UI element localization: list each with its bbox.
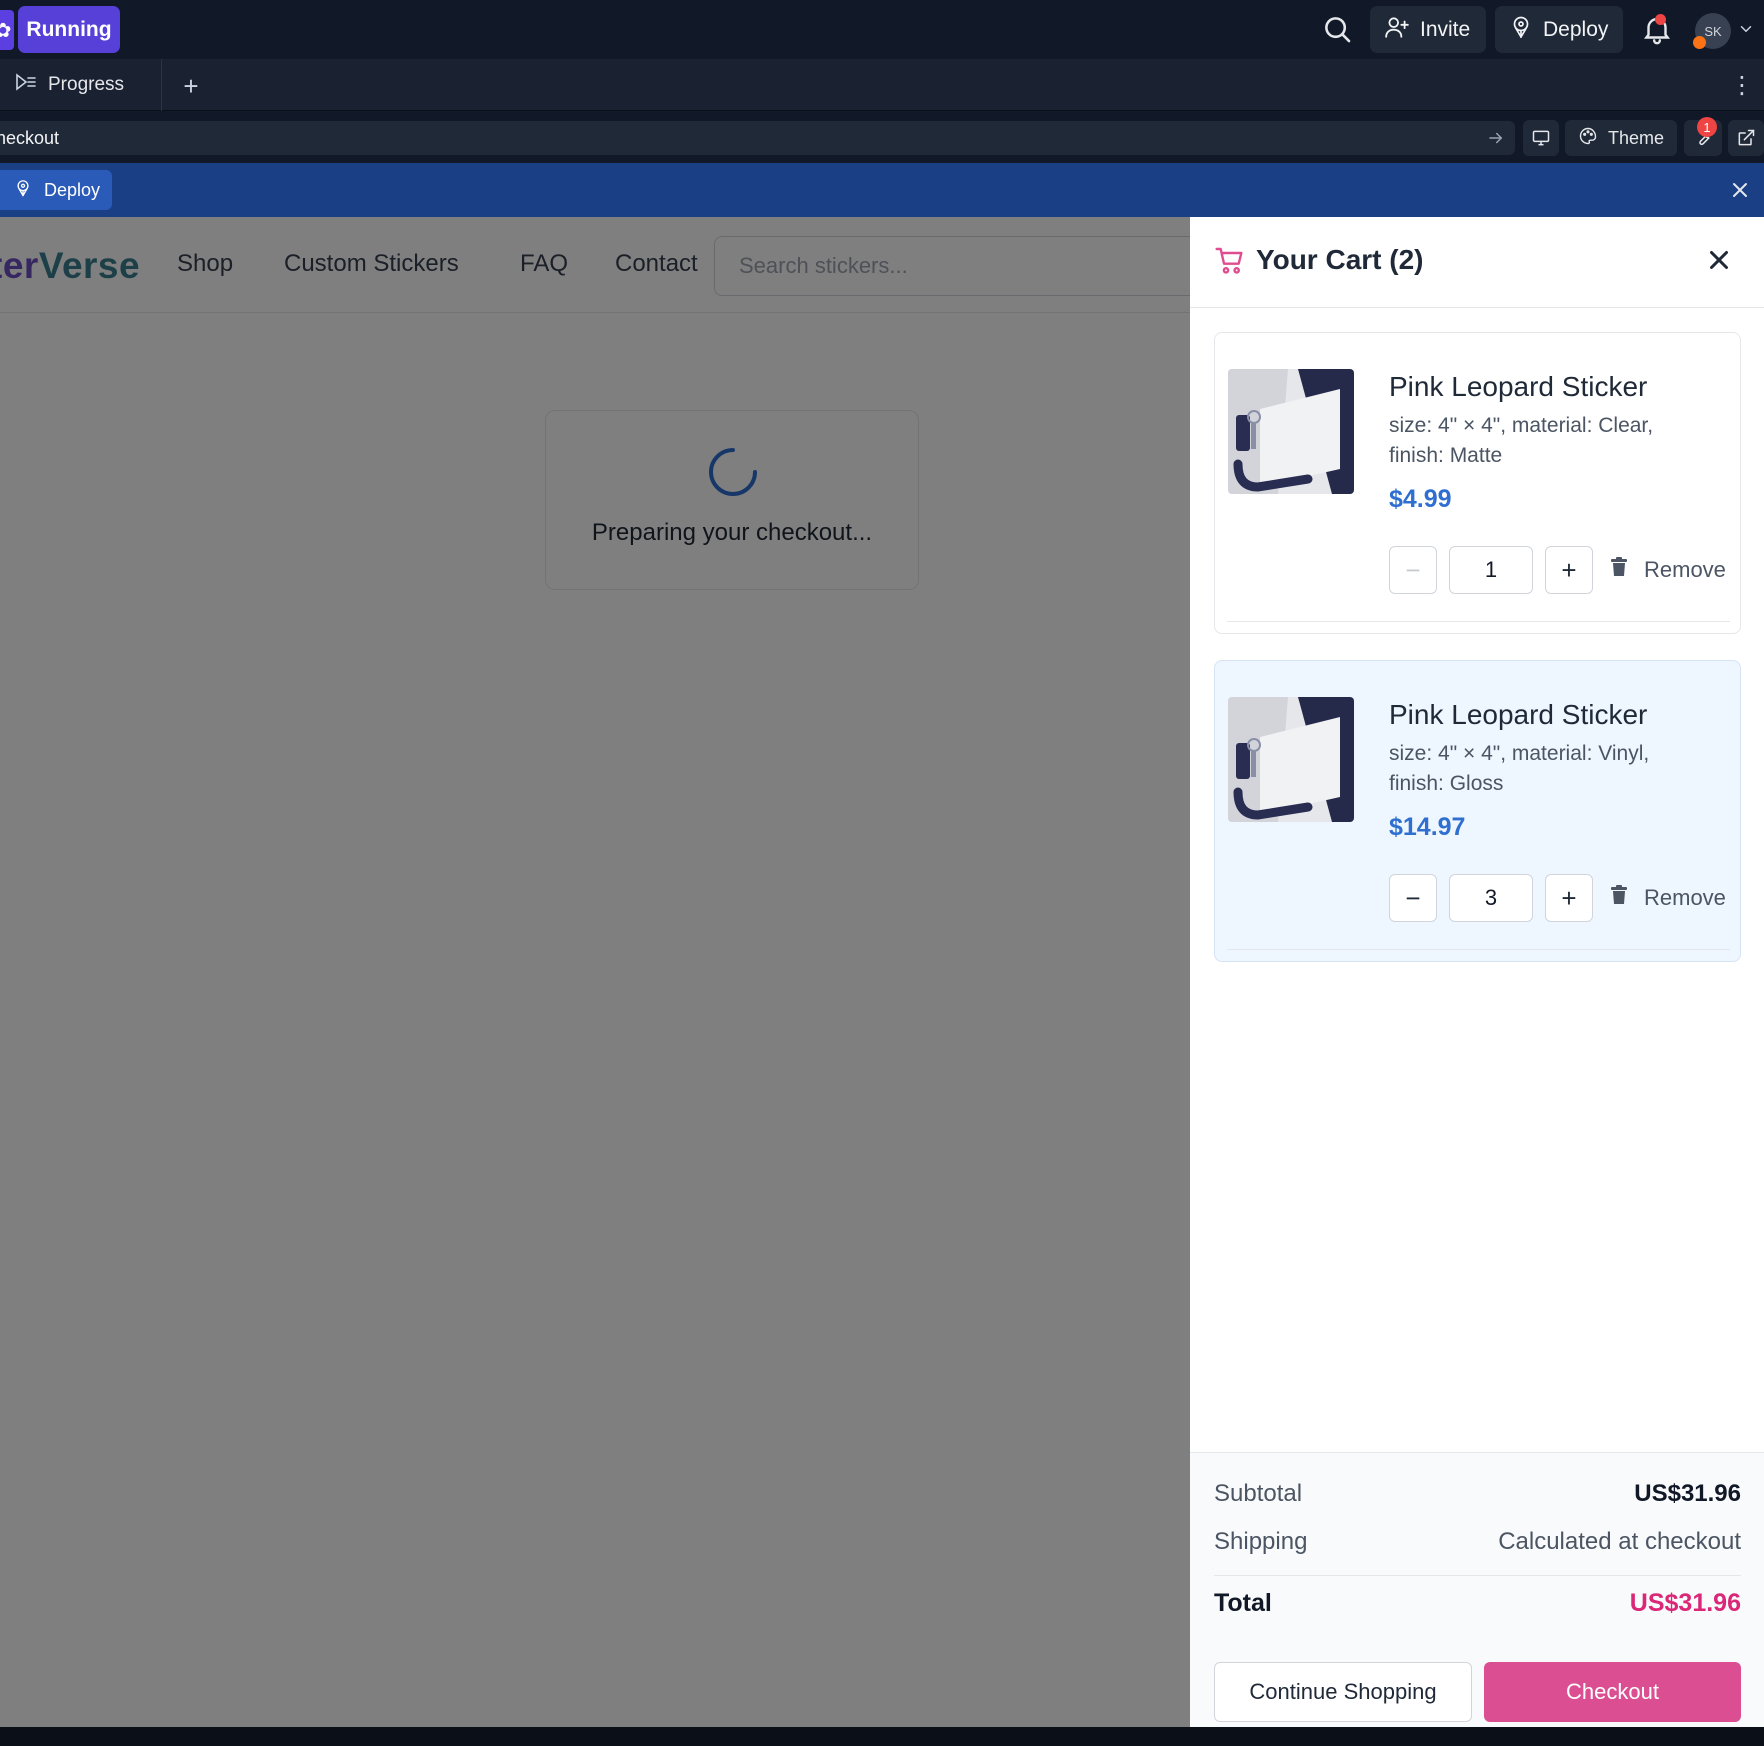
search-icon[interactable] xyxy=(1320,12,1354,46)
tab-progress[interactable]: Progress xyxy=(0,59,162,111)
url-text: heckout xyxy=(0,127,60,148)
item-price: $14.97 xyxy=(1389,813,1466,841)
chevron-down-icon[interactable] xyxy=(1737,20,1755,38)
item-options: size: 4" × 4", material: Clear, finish: … xyxy=(1389,414,1654,467)
url-field[interactable]: heckout xyxy=(0,121,1515,155)
item-price: $4.99 xyxy=(1389,485,1452,513)
tab-progress-label: Progress xyxy=(48,74,125,95)
cart-title: Your Cart (2) xyxy=(1256,244,1424,275)
avatar-status-badge xyxy=(1693,36,1706,49)
monitor-icon[interactable] xyxy=(1523,120,1559,156)
trash-icon xyxy=(1610,557,1628,583)
item-name[interactable]: Pink Leopard Sticker xyxy=(1389,371,1647,403)
quantity-input[interactable] xyxy=(1449,874,1533,922)
deploy-banner-button[interactable]: Deploy xyxy=(0,170,112,210)
product-image xyxy=(1228,697,1354,822)
remove-label: Remove xyxy=(1644,885,1726,910)
avatar-initials: SK xyxy=(1704,23,1722,39)
deploy-banner-label: Deploy xyxy=(44,179,101,200)
close-icon[interactable] xyxy=(1728,178,1752,202)
tools-badge: 1 xyxy=(1697,117,1717,137)
total-value: US$31.96 xyxy=(1629,1589,1741,1617)
shipping-label: Shipping xyxy=(1214,1528,1308,1555)
external-link-icon[interactable] xyxy=(1728,120,1764,156)
invite-label: Invite xyxy=(1420,17,1471,41)
cart-header: Your Cart (2) xyxy=(1190,217,1764,308)
item-options: size: 4" × 4", material: Vinyl, finish: … xyxy=(1389,742,1650,795)
divider xyxy=(1227,621,1730,622)
deploy-icon xyxy=(1509,15,1533,45)
theme-button[interactable]: Theme xyxy=(1565,120,1677,156)
continue-shopping-button[interactable]: Continue Shopping xyxy=(1214,1662,1472,1722)
quantity-input[interactable] xyxy=(1449,546,1533,594)
item-name[interactable]: Pink Leopard Sticker xyxy=(1389,699,1647,731)
quantity-decrease-button[interactable]: − xyxy=(1389,546,1437,594)
deploy-banner: Deploy xyxy=(0,163,1764,217)
remove-button[interactable]: Remove xyxy=(1610,546,1726,594)
quantity-increase-button[interactable]: + xyxy=(1545,874,1593,922)
arrow-right-icon[interactable] xyxy=(1487,129,1505,147)
progress-icon xyxy=(14,70,38,100)
url-bar: heckout Theme xyxy=(0,111,1764,163)
cart-icon xyxy=(1214,245,1246,277)
tab-bar: Progress + ⋮ xyxy=(0,59,1764,111)
invite-button[interactable]: Invite xyxy=(1370,6,1486,53)
plus-icon[interactable]: + xyxy=(176,71,206,101)
kebab-icon[interactable]: ⋮ xyxy=(1730,69,1754,101)
cart-item: Pink Leopard Sticker size: 4" × 4", mate… xyxy=(1214,660,1741,962)
total-row: Total US$31.96 xyxy=(1214,1589,1741,1618)
total-label: Total xyxy=(1214,1589,1272,1617)
divider xyxy=(1227,949,1730,950)
quantity-decrease-button[interactable]: − xyxy=(1389,874,1437,922)
notification-dot xyxy=(1655,14,1666,25)
user-plus-icon xyxy=(1384,14,1410,46)
quantity-increase-button[interactable]: + xyxy=(1545,546,1593,594)
product-image xyxy=(1228,369,1354,494)
shipping-value: Calculated at checkout xyxy=(1498,1528,1741,1555)
drawer-backdrop[interactable] xyxy=(0,217,1190,1727)
palette-icon xyxy=(1578,126,1598,151)
deploy-icon xyxy=(14,179,32,202)
deploy-label: Deploy xyxy=(1543,17,1609,41)
remove-label: Remove xyxy=(1644,557,1726,582)
subtotal-label: Subtotal xyxy=(1214,1480,1303,1507)
cart-summary: Subtotal US$31.96 Shipping Calculated at… xyxy=(1190,1452,1764,1727)
bottom-strip xyxy=(0,1727,1764,1746)
subtotal-row: Subtotal US$31.96 xyxy=(1214,1480,1741,1508)
checkout-button[interactable]: Checkout xyxy=(1484,1662,1741,1722)
close-icon[interactable] xyxy=(1704,245,1734,275)
running-status-label: Running xyxy=(26,17,112,41)
cart-item: Pink Leopard Sticker size: 4" × 4", mate… xyxy=(1214,332,1741,634)
divider xyxy=(1214,1575,1741,1576)
app-logo-icon[interactable]: ✿ xyxy=(0,10,14,50)
remove-button[interactable]: Remove xyxy=(1610,874,1726,922)
shipping-row: Shipping Calculated at checkout xyxy=(1214,1528,1741,1556)
theme-label: Theme xyxy=(1607,127,1665,148)
app-viewport: terVerse Shop Custom Stickers FAQ Contac… xyxy=(0,217,1764,1727)
trash-icon xyxy=(1610,885,1628,911)
subtotal-value: US$31.96 xyxy=(1634,1480,1741,1507)
cart-drawer: Your Cart (2) Pink Leopard Sticker size:… xyxy=(1190,217,1764,1727)
deploy-button[interactable]: Deploy xyxy=(1495,6,1623,53)
top-bar: ✿ Running Invite Deploy SK xyxy=(0,0,1764,59)
running-status-button[interactable]: Running xyxy=(18,6,120,53)
